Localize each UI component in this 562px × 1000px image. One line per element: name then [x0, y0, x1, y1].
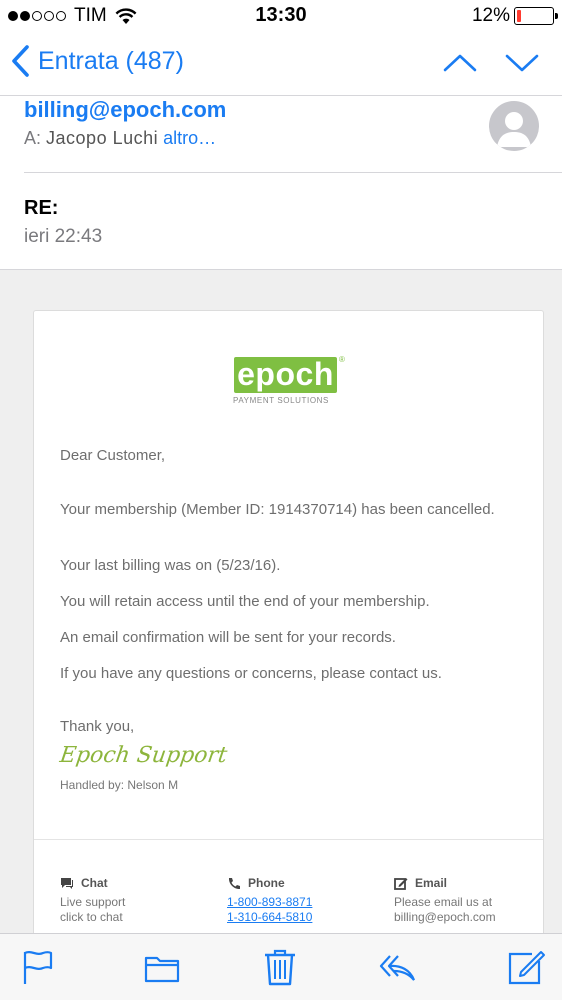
phone-heading: Phone [227, 876, 377, 890]
chat-line-1: Live support [60, 895, 126, 909]
edit-square-icon [394, 877, 408, 890]
sender-avatar [489, 101, 539, 151]
reply-icon [379, 955, 416, 981]
next-message-button[interactable] [502, 48, 542, 78]
trash-icon [265, 949, 295, 986]
more-recipients-link[interactable]: altro… [163, 128, 216, 148]
chat-title: Chat [81, 876, 108, 890]
contact-phone: Phone 1-800-893-8871 1-310-664-5810 [227, 876, 377, 925]
handled-by: Handled by: Nelson M [60, 778, 179, 792]
previous-message-button[interactable] [440, 48, 480, 78]
paragraph-contact: If you have any questions or concerns, p… [60, 665, 442, 682]
chat-heading: Chat [60, 876, 210, 890]
flag-button[interactable] [18, 947, 58, 987]
recipient-name[interactable]: Jacopo Luchi [46, 128, 158, 148]
closing: Thank you, [60, 718, 135, 735]
message-date: ieri 22:43 [24, 226, 103, 247]
paragraph-cancelled: Your membership (Member ID: 1914370714) … [60, 501, 495, 518]
paragraph-last-billing: Your last billing was on (5/23/16). [60, 557, 281, 574]
person-icon [497, 112, 531, 147]
battery-level [517, 10, 521, 22]
greeting: Dear Customer, [60, 447, 166, 464]
folder-icon [144, 956, 180, 983]
email-title: Email [415, 876, 448, 890]
status-bar: TIM 13:30 12% [0, 0, 562, 32]
message-subject: RE: [24, 197, 59, 219]
status-right: 12% [471, 5, 558, 27]
chevron-left-icon [12, 45, 29, 77]
back-button[interactable]: Entrata (487) [10, 44, 184, 78]
reply-button[interactable] [377, 947, 417, 987]
flag-icon [23, 951, 53, 984]
paragraph-retain-access: You will retain access until the end of … [60, 593, 430, 610]
card-divider [34, 839, 543, 840]
email-line-1: Please email us at [394, 895, 493, 909]
epoch-logo: epoch [234, 357, 337, 393]
bottom-toolbar [0, 933, 562, 1000]
contact-chat[interactable]: Chat Live support click to chat [60, 876, 210, 925]
navigation-bar: Entrata (487) [0, 32, 562, 96]
battery-icon [514, 7, 558, 25]
phone-number-2-link[interactable]: 1-310-664-5810 [227, 910, 377, 925]
paragraph-confirmation: An email confirmation will be sent for y… [60, 629, 396, 646]
phone-icon [228, 877, 240, 889]
contact-email: Email Please email us at billing@epoch.c… [394, 876, 544, 925]
to-prefix: A: [24, 128, 42, 148]
chat-bubble-icon [61, 877, 73, 889]
compose-button[interactable] [506, 947, 546, 987]
email-line-2: billing@epoch.com [394, 910, 496, 924]
email-heading: Email [394, 876, 544, 890]
signature: Epoch Support [58, 743, 229, 768]
sender-address[interactable]: billing@epoch.com [24, 97, 226, 123]
delete-button[interactable] [260, 947, 300, 987]
logo-subtitle: PAYMENT SOLUTIONS [233, 396, 329, 405]
chat-line-2: click to chat [60, 910, 123, 924]
battery-percent: 12% [471, 5, 510, 26]
phone-title: Phone [248, 876, 285, 890]
phone-number-1-link[interactable]: 1-800-893-8871 [227, 895, 377, 910]
recipients-line: A: Jacopo Luchi altro… [24, 128, 216, 149]
email-card: epoch ® PAYMENT SOLUTIONS Dear Customer,… [33, 310, 544, 950]
back-label: Entrata (487) [38, 46, 184, 75]
logo-registered-mark: ® [339, 355, 345, 364]
compose-icon [508, 951, 545, 985]
move-to-folder-button[interactable] [142, 947, 182, 987]
header-divider [24, 172, 562, 173]
